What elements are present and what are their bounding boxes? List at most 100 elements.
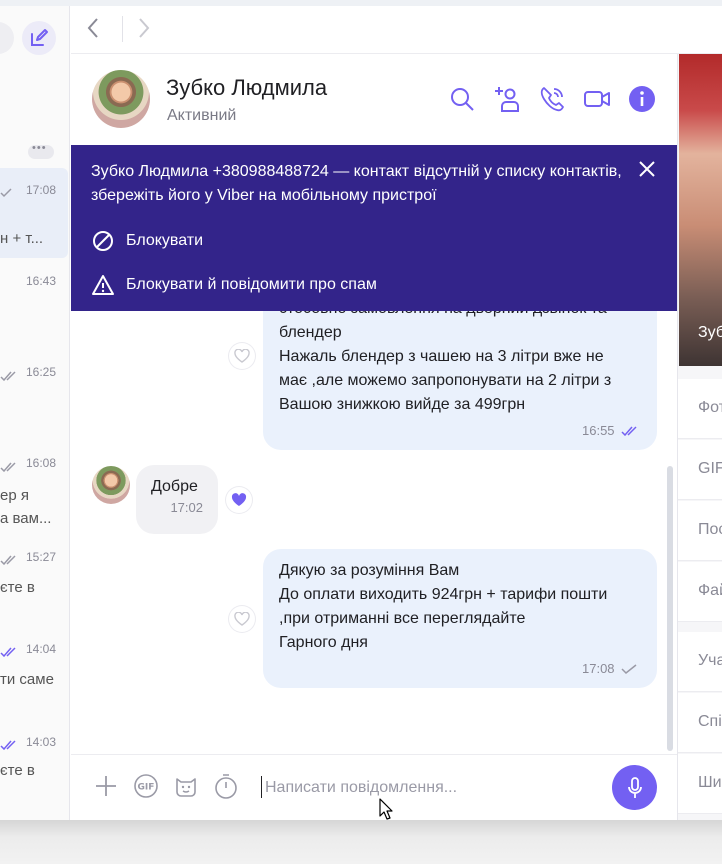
- sent-tick-icon: [621, 663, 637, 674]
- delivered-ticks-icon: [0, 555, 16, 565]
- heart-outline-icon: [234, 612, 250, 626]
- delivered-ticks-icon: [0, 371, 16, 381]
- microphone-icon: [627, 776, 642, 798]
- chevron-right-icon[interactable]: [137, 16, 151, 40]
- contact-name[interactable]: Зубко Людмила: [166, 75, 327, 101]
- add-participant-icon: [495, 87, 519, 112]
- gif-icon: GIF: [134, 774, 158, 798]
- list-item-time: 14:03: [25, 735, 56, 749]
- message-meta: 17:08: [582, 661, 637, 676]
- viber-window: 17:08 н + т... 16:43 16:25 16:08 ер я а …: [0, 0, 722, 820]
- close-icon[interactable]: [637, 159, 657, 179]
- info-item-photos[interactable]: Фот: [678, 379, 722, 439]
- messages-scrollbar[interactable]: [667, 466, 673, 751]
- list-item-preview: єте в: [0, 579, 35, 596]
- info-item-label: Спі: [698, 713, 722, 730]
- add-participant-button[interactable]: [493, 85, 521, 113]
- list-item[interactable]: 14:04 ти саме: [0, 639, 68, 729]
- contact-photo[interactable]: Зуб: [679, 54, 722, 366]
- info-item-label: Фот: [698, 399, 722, 416]
- sender-avatar[interactable]: [92, 466, 130, 504]
- sticker-button[interactable]: [173, 773, 199, 799]
- info-item-gifs[interactable]: GIF: [678, 440, 722, 500]
- unknown-contact-banner: Зубко Людмила +380988488724 — контакт ві…: [71, 145, 677, 311]
- navigation-bar: [71, 6, 722, 54]
- nav-divider: [122, 16, 123, 42]
- info-button[interactable]: [628, 85, 656, 113]
- info-item-participants[interactable]: Уча: [678, 632, 722, 692]
- gif-button[interactable]: GIF: [133, 773, 159, 799]
- message-composer: GIF: [71, 754, 677, 820]
- contact-info-panel: Зуб Фот GIF Пос Фай Уча Спі Ши: [677, 54, 722, 820]
- heart-outline-icon: [234, 349, 250, 363]
- message-line: Добре: [151, 478, 198, 495]
- message-time: 17:02: [170, 500, 203, 515]
- list-item-preview: а вам...: [0, 510, 52, 527]
- message-input[interactable]: [265, 777, 595, 799]
- message-line: має ,але можемо запропонувати на 2 літри…: [279, 372, 612, 389]
- call-button[interactable]: [538, 85, 566, 113]
- compose-icon: [31, 29, 48, 46]
- list-item-preview: єте в: [0, 762, 35, 779]
- contact-status: Активний: [167, 107, 237, 124]
- banner-message: Зубко Людмила +380988488724 — контакт ві…: [91, 163, 622, 204]
- message-line: стосовно замовлення на дверний дзвінок т…: [279, 311, 641, 321]
- info-item-common-groups[interactable]: Спі: [678, 693, 722, 753]
- contact-avatar[interactable]: [92, 70, 150, 128]
- search-button[interactable]: [448, 85, 476, 113]
- heart-filled-icon: [231, 493, 247, 506]
- call-icon: [540, 87, 564, 112]
- voice-message-button[interactable]: [612, 765, 657, 810]
- message-line: Гарного дня: [279, 634, 368, 651]
- video-call-button[interactable]: [583, 85, 611, 113]
- like-button[interactable]: [229, 606, 255, 632]
- block-icon: [93, 231, 113, 251]
- list-item-preview: н + т...: [0, 230, 44, 247]
- message-line: Дякую за розуміння Вам: [279, 562, 460, 579]
- list-item-preview: ер я: [0, 487, 29, 504]
- block-and-report-spam-button[interactable]: Блокувати й повідомити про спам: [91, 271, 377, 299]
- message-line: ,при отриманні все переглядайте: [279, 610, 526, 627]
- list-item[interactable]: 16:08 ер я а вам...: [0, 440, 68, 530]
- svg-text:GIF: GIF: [138, 783, 155, 793]
- info-item-share[interactable]: Ши: [678, 754, 722, 814]
- chevron-left-icon[interactable]: [86, 16, 100, 40]
- list-item[interactable]: 15:27 єте в: [0, 547, 68, 637]
- message-line: Вашою знижкою вийде за 499грн: [279, 396, 526, 413]
- warning-icon: [92, 275, 114, 295]
- info-icon: [629, 86, 655, 112]
- compose-button[interactable]: [22, 21, 56, 55]
- conversation-list: 17:08 н + т... 16:43 16:25 16:08 ер я а …: [0, 6, 70, 820]
- info-item-links[interactable]: Пос: [678, 501, 722, 561]
- like-button[interactable]: [226, 487, 252, 513]
- read-ticks-icon: [0, 647, 16, 657]
- chat-header: Зубко Людмила Активний: [71, 55, 677, 145]
- list-item[interactable]: 16:43: [0, 258, 68, 348]
- search-field[interactable]: [0, 22, 14, 54]
- timer-icon: [215, 774, 237, 799]
- list-item[interactable]: 16:25: [0, 349, 68, 439]
- read-ticks-icon: [0, 188, 12, 198]
- list-item-time: 14:04: [25, 642, 56, 656]
- read-ticks-icon: [621, 425, 637, 436]
- read-ticks-icon: [0, 740, 16, 750]
- list-item-time: 15:27: [25, 550, 56, 564]
- list-item[interactable]: 14:03 єте в: [0, 732, 68, 820]
- incoming-message[interactable]: Добре 17:02: [136, 465, 218, 534]
- info-item-label: GIF: [698, 460, 722, 477]
- block-button[interactable]: Блокувати: [91, 227, 203, 255]
- message-line: До оплати виходить 924грн + тарифи пошти: [279, 586, 608, 603]
- list-item[interactable]: 17:08 н + т...: [0, 168, 68, 258]
- message-line: Нажаль блендер з чашею на 3 літри вже не: [279, 348, 604, 365]
- delivered-ticks-icon: [0, 462, 16, 472]
- timer-button[interactable]: [213, 773, 239, 799]
- info-item-label: Уча: [698, 652, 722, 669]
- list-item-time: 16:08: [25, 456, 56, 470]
- message-list[interactable]: стосовно замовлення на дверний дзвінок т…: [71, 311, 677, 754]
- info-item-files[interactable]: Фай: [678, 562, 722, 622]
- attach-button[interactable]: [93, 773, 119, 799]
- like-button[interactable]: [229, 343, 255, 369]
- video-icon: [584, 91, 610, 107]
- message-time: 17:08: [582, 661, 615, 676]
- more-options-icon[interactable]: [28, 142, 54, 159]
